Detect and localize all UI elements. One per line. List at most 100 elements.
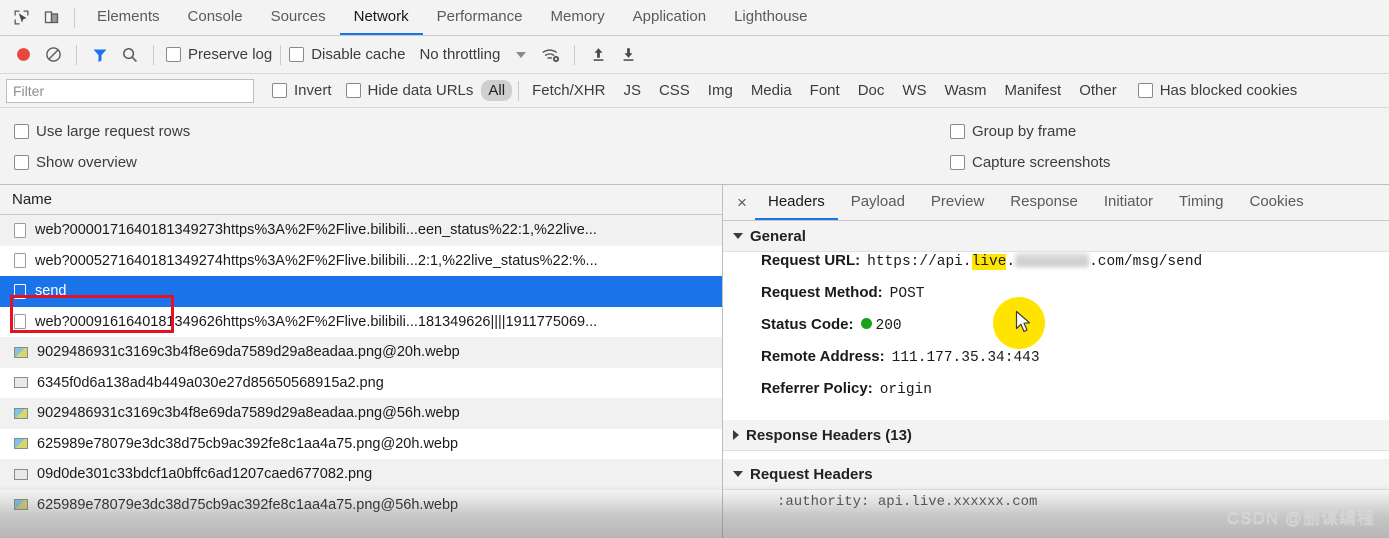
tab-application[interactable]: Application [619,0,720,35]
request-header-item: :authority: api.live.xxxxxx.com [777,494,1038,510]
status-badge [860,318,872,329]
settings-right-2: Capture screenshots [950,154,1110,171]
tab-console-label: Console [187,8,243,25]
request-name: send [35,283,67,300]
tab-network-label: Network [353,8,409,25]
inspect-element-icon[interactable] [6,4,36,32]
redacted-domain [1015,253,1090,267]
request-name: web?0000171640181349273https%3A%2F%2Fliv… [35,222,597,239]
search-icon[interactable] [115,41,145,69]
table-row[interactable]: 9029486931c3169c3b4f8e69da7589d29a8eadaa… [0,398,722,429]
tab-application-label: Application [632,8,707,25]
capture-screenshots-box [950,155,965,170]
request-name: 625989e78079e3dc38d75cb9ac392fe8c1aa4a75… [37,496,459,513]
chevron-right-icon [733,430,739,440]
table-row[interactable]: web?0000171640181349273https%3A%2F%2Fliv… [0,215,722,246]
tab-network[interactable]: Network [339,0,423,35]
tab-performance[interactable]: Performance [423,0,537,35]
group-by-frame-label: Group by frame [972,123,1077,140]
export-arrow-down-icon[interactable] [613,41,643,69]
network-settings-pane: Use large request rows Group by frame Sh… [0,108,1389,185]
filter-type-other[interactable]: Other [1072,80,1124,101]
chevron-down-icon [733,233,743,239]
referrer-policy-value: origin [879,382,932,398]
tab-memory[interactable]: Memory [537,0,619,35]
request-method-key: Request Method: [761,284,883,301]
clear-icon[interactable] [38,41,68,69]
details-tabbar: × Headers Payload Preview Response Initi… [723,185,1389,221]
filter-type-js[interactable]: JS [616,80,648,101]
close-icon[interactable]: × [729,190,755,216]
remote-address-key: Remote Address: [761,348,885,365]
tab-sources[interactable]: Sources [257,0,340,35]
use-large-request-rows-box [14,124,29,139]
table-row[interactable]: 9029486931c3169c3b4f8e69da7589d29a8eadaa… [0,337,722,368]
chevron-down-icon[interactable] [516,51,527,58]
record-icon[interactable] [8,41,38,69]
response-headers-section-header[interactable]: Response Headers (13) [723,420,1389,451]
preserve-log-label: Preserve log [188,46,273,63]
table-row[interactable]: 625989e78079e3dc38d75cb9ac392fe8c1aa4a75… [0,490,722,521]
tab-timing[interactable]: Timing [1166,185,1236,220]
filter-type-manifest[interactable]: Manifest [998,80,1069,101]
device-toolbar-icon[interactable] [36,4,66,32]
devtools-window: Elements Console Sources Network Perform… [0,0,1389,538]
show-overview-checkbox[interactable]: Show overview [14,154,137,171]
toolbar-divider-5 [574,44,576,65]
table-row[interactable]: 09d0de301c33bdcf1a0bffc6ad1207caed677082… [0,459,722,490]
document-icon [14,253,26,269]
requests-column-header[interactable]: Name [0,185,722,215]
request-url-value: https://api.live. .com/msg/send [867,253,1203,270]
import-arrow-up-icon[interactable] [583,41,613,69]
group-by-frame-checkbox[interactable]: Group by frame [950,123,1076,140]
filter-type-doc[interactable]: Doc [851,80,892,101]
remote-address-value: 111.177.35.34:443 [891,350,1040,366]
throttling-select[interactable]: No throttling [419,46,500,63]
request-name: 09d0de301c33bdcf1a0bffc6ad1207caed677082… [37,466,373,483]
tab-headers[interactable]: Headers [755,185,838,220]
image-icon [14,346,28,358]
wifi-settings-icon[interactable] [536,41,566,69]
table-row[interactable]: web?0005271640181349274https%3A%2F%2Fliv… [0,246,722,277]
filter-type-all[interactable]: All [481,80,513,101]
filter-type-img[interactable]: Img [701,80,740,101]
filter-type-ws[interactable]: WS [895,80,933,101]
filter-funnel-icon[interactable] [85,41,115,69]
tab-preview[interactable]: Preview [918,185,997,220]
tab-cookies[interactable]: Cookies [1236,185,1316,220]
filter-type-css[interactable]: CSS [652,80,697,101]
request-headers-section-header[interactable]: Request Headers [723,459,1389,490]
chevron-down-icon [733,471,743,477]
disable-cache-checkbox[interactable]: Disable cache [289,46,405,63]
tab-console[interactable]: Console [174,0,257,35]
table-row[interactable]: 625989e78079e3dc38d75cb9ac392fe8c1aa4a75… [0,429,722,460]
filter-type-media[interactable]: Media [744,80,799,101]
capture-screenshots-checkbox[interactable]: Capture screenshots [950,154,1110,171]
hide-data-urls-checkbox[interactable]: Hide data URLs [345,82,473,99]
filter-type-font[interactable]: Font [803,80,847,101]
toolbar-divider-3 [153,44,154,65]
invert-checkbox[interactable]: Invert [272,82,332,99]
tab-elements[interactable]: Elements [83,0,174,35]
tab-payload[interactable]: Payload [838,185,918,220]
search-input[interactable] [6,78,254,103]
image-icon [14,438,28,450]
has-blocked-cookies-box [1137,83,1153,98]
filter-type-fetch-xhr[interactable]: Fetch/XHR [525,80,612,101]
tab-memory-label: Memory [550,8,605,25]
has-blocked-cookies-checkbox[interactable]: Has blocked cookies [1137,82,1297,99]
network-filter-bar: Invert Hide data URLs All Fetch/XHR JS C… [0,74,1389,108]
table-row[interactable]: 6345f0d6a138ad4b449a030e27d85650568915a2… [0,368,722,399]
tab-elements-label: Elements [97,8,160,25]
table-row-selected[interactable]: send [0,276,722,307]
filter-type-wasm[interactable]: Wasm [938,80,994,101]
table-row[interactable]: web?0009161640181349626https%3A%2F%2Fliv… [0,307,722,338]
requests-list[interactable]: web?0000171640181349273https%3A%2F%2Fliv… [0,215,722,538]
preserve-log-checkbox[interactable]: Preserve log [166,46,272,63]
general-section-header[interactable]: General [723,221,1389,252]
use-large-request-rows-checkbox[interactable]: Use large request rows [14,123,190,140]
tab-response[interactable]: Response [997,185,1091,220]
tab-lighthouse[interactable]: Lighthouse [720,0,821,35]
invert-label: Invert [294,82,332,99]
tab-initiator[interactable]: Initiator [1091,185,1166,220]
